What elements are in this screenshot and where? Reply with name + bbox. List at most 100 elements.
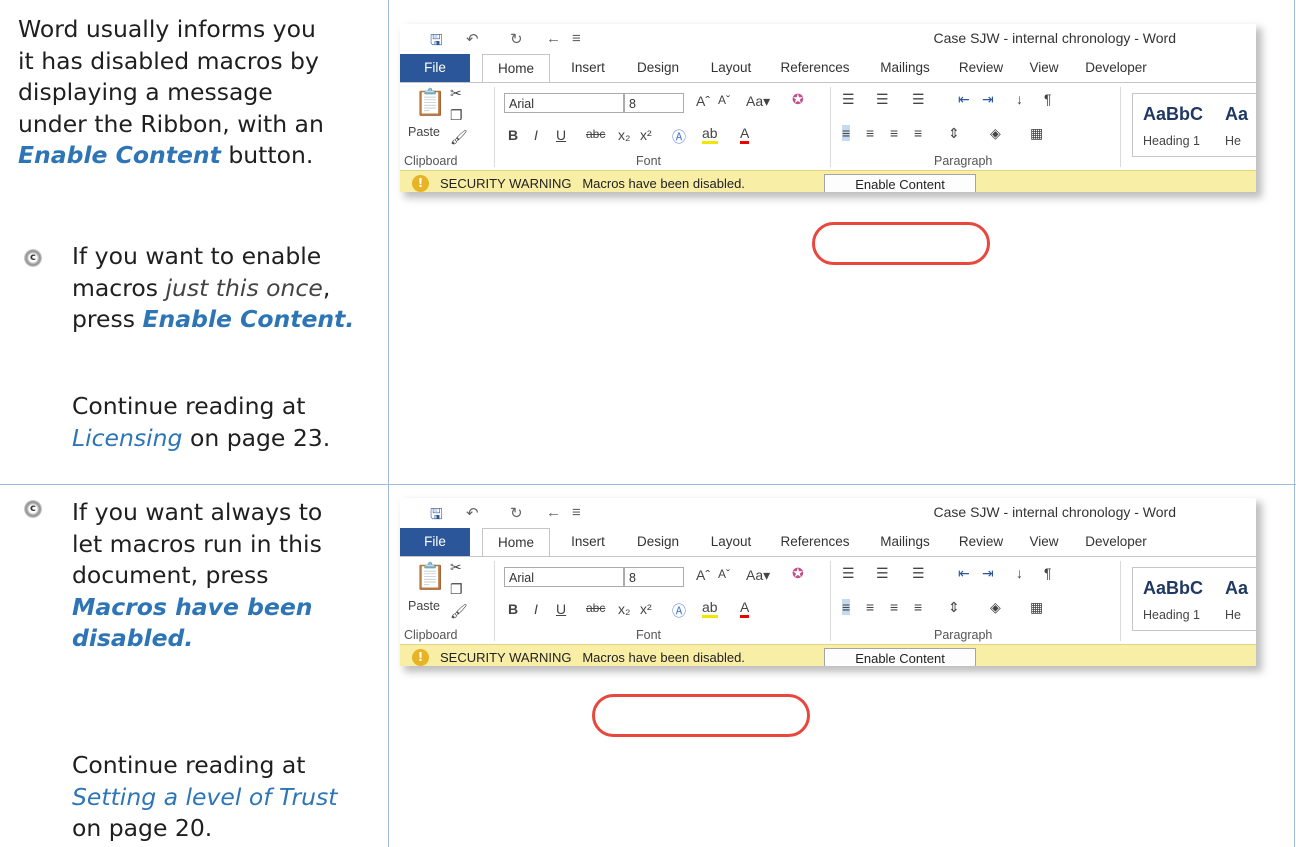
tab-home[interactable]: Home — [482, 54, 550, 83]
text-effects-icon[interactable]: Ⓐ — [672, 127, 686, 147]
tab-insert[interactable]: Insert — [562, 528, 614, 556]
superscript-icon[interactable]: x² — [640, 601, 652, 617]
bold-icon[interactable]: B — [508, 601, 518, 617]
underline-icon[interactable]: U — [556, 127, 566, 143]
tab-developer[interactable]: Developer — [1074, 528, 1158, 556]
italic-icon[interactable]: I — [534, 127, 538, 143]
grow-font-icon[interactable]: Aˆ — [696, 93, 710, 109]
tab-file[interactable]: File — [400, 528, 470, 556]
font-color-icon[interactable]: A — [740, 125, 750, 144]
copy-icon[interactable]: ❐ — [450, 107, 463, 124]
highlight-icon[interactable]: ab — [702, 125, 718, 144]
align-left-icon[interactable]: ≡ — [842, 125, 851, 141]
shrink-font-icon[interactable]: Aˇ — [718, 93, 730, 107]
redo-icon[interactable]: ↻ — [510, 30, 523, 48]
tab-layout[interactable]: Layout — [702, 54, 760, 82]
tab-developer[interactable]: Developer — [1074, 54, 1158, 82]
enable-content-link[interactable]: Enable Content. — [142, 305, 354, 333]
line-spacing-icon[interactable]: ⇕ — [948, 125, 960, 142]
warning-message[interactable]: Macros have been disabled. — [582, 650, 745, 665]
sort-icon[interactable]: ↓ — [1016, 91, 1023, 107]
save-icon[interactable]: 🖫 — [430, 30, 443, 55]
tab-references[interactable]: References — [772, 54, 858, 82]
macros-disabled-link[interactable]: disabled. — [72, 623, 382, 655]
enable-content-link[interactable]: Enable Content — [18, 141, 221, 169]
bold-icon[interactable]: B — [508, 127, 518, 143]
style-sample[interactable]: AaBbC — [1143, 104, 1203, 125]
italic-icon[interactable]: I — [534, 601, 538, 617]
font-name-field[interactable]: Arial — [504, 93, 624, 113]
format-painter-icon[interactable]: 🖌 — [450, 129, 468, 146]
align-right-icon[interactable]: ≡ — [890, 125, 898, 141]
back-icon[interactable]: ← — [546, 30, 561, 47]
undo-icon[interactable]: ↶ — [466, 504, 479, 522]
paste-icon[interactable]: 📋 — [414, 87, 446, 118]
tab-references[interactable]: References — [772, 528, 858, 556]
copy-icon[interactable]: ❐ — [450, 581, 463, 598]
show-marks-icon[interactable]: ¶ — [1044, 565, 1052, 581]
shading-icon[interactable]: ◈ — [990, 125, 1001, 142]
text-effects-icon[interactable]: Ⓐ — [672, 601, 686, 621]
decrease-indent-icon[interactable]: ⇤ — [958, 565, 970, 582]
numbering-icon[interactable]: ☰ — [876, 91, 889, 108]
cut-icon[interactable]: ✂ — [450, 85, 462, 102]
tab-review[interactable]: Review — [950, 54, 1012, 82]
styles-gallery[interactable]: AaBbC Aa Heading 1 He — [1132, 93, 1256, 157]
tab-mailings[interactable]: Mailings — [870, 54, 940, 82]
customize-icon[interactable]: ≡ — [572, 504, 581, 521]
shrink-font-icon[interactable]: Aˇ — [718, 567, 730, 581]
line-spacing-icon[interactable]: ⇕ — [948, 599, 960, 616]
clear-format-icon[interactable]: ✪ — [792, 91, 804, 108]
styles-gallery[interactable]: AaBbC Aa Heading 1 He — [1132, 567, 1256, 631]
superscript-icon[interactable]: x² — [640, 127, 652, 143]
clear-format-icon[interactable]: ✪ — [792, 565, 804, 582]
font-size-field[interactable]: 8 — [624, 93, 684, 113]
borders-icon[interactable]: ▦ — [1030, 599, 1043, 616]
tab-insert[interactable]: Insert — [562, 54, 614, 82]
enable-content-button[interactable]: Enable Content — [824, 648, 976, 666]
tab-file[interactable]: File — [400, 54, 470, 82]
align-right-icon[interactable]: ≡ — [890, 599, 898, 615]
multilevel-list-icon[interactable]: ☰ — [912, 91, 925, 108]
increase-indent-icon[interactable]: ⇥ — [982, 91, 994, 108]
paste-label[interactable]: Paste — [408, 125, 440, 139]
increase-indent-icon[interactable]: ⇥ — [982, 565, 994, 582]
tab-design[interactable]: Design — [628, 54, 688, 82]
decrease-indent-icon[interactable]: ⇤ — [958, 91, 970, 108]
licensing-link[interactable]: Licensing — [72, 424, 182, 452]
align-center-icon[interactable]: ≡ — [866, 125, 874, 141]
change-case-icon[interactable]: Aa▾ — [746, 567, 770, 584]
highlight-icon[interactable]: ab — [702, 599, 718, 618]
subscript-icon[interactable]: x₂ — [618, 127, 630, 143]
cut-icon[interactable]: ✂ — [450, 559, 462, 576]
customize-icon[interactable]: ≡ — [572, 30, 581, 47]
font-name-field[interactable]: Arial — [504, 567, 624, 587]
strikethrough-icon[interactable]: abc — [586, 127, 605, 141]
align-center-icon[interactable]: ≡ — [866, 599, 874, 615]
style-sample[interactable]: Aa — [1225, 104, 1248, 125]
underline-icon[interactable]: U — [556, 601, 566, 617]
bullets-icon[interactable]: ☰ — [842, 91, 855, 108]
tab-view[interactable]: View — [1024, 54, 1064, 82]
grow-font-icon[interactable]: Aˆ — [696, 567, 710, 583]
paste-label[interactable]: Paste — [408, 599, 440, 613]
subscript-icon[interactable]: x₂ — [618, 601, 630, 617]
multilevel-list-icon[interactable]: ☰ — [912, 565, 925, 582]
tab-view[interactable]: View — [1024, 528, 1064, 556]
warning-message[interactable]: Macros have been disabled. — [582, 176, 745, 191]
paste-icon[interactable]: 📋 — [414, 561, 446, 592]
shading-icon[interactable]: ◈ — [990, 599, 1001, 616]
undo-icon[interactable]: ↶ — [466, 30, 479, 48]
trust-level-link[interactable]: Setting a level of Trust — [72, 782, 382, 814]
show-marks-icon[interactable]: ¶ — [1044, 91, 1052, 107]
align-left-icon[interactable]: ≡ — [842, 599, 851, 615]
change-case-icon[interactable]: Aa▾ — [746, 93, 770, 110]
bullets-icon[interactable]: ☰ — [842, 565, 855, 582]
tab-design[interactable]: Design — [628, 528, 688, 556]
style-sample[interactable]: Aa — [1225, 578, 1248, 599]
tab-review[interactable]: Review — [950, 528, 1012, 556]
font-color-icon[interactable]: A — [740, 599, 750, 618]
borders-icon[interactable]: ▦ — [1030, 125, 1043, 142]
font-size-field[interactable]: 8 — [624, 567, 684, 587]
style-sample[interactable]: AaBbC — [1143, 578, 1203, 599]
